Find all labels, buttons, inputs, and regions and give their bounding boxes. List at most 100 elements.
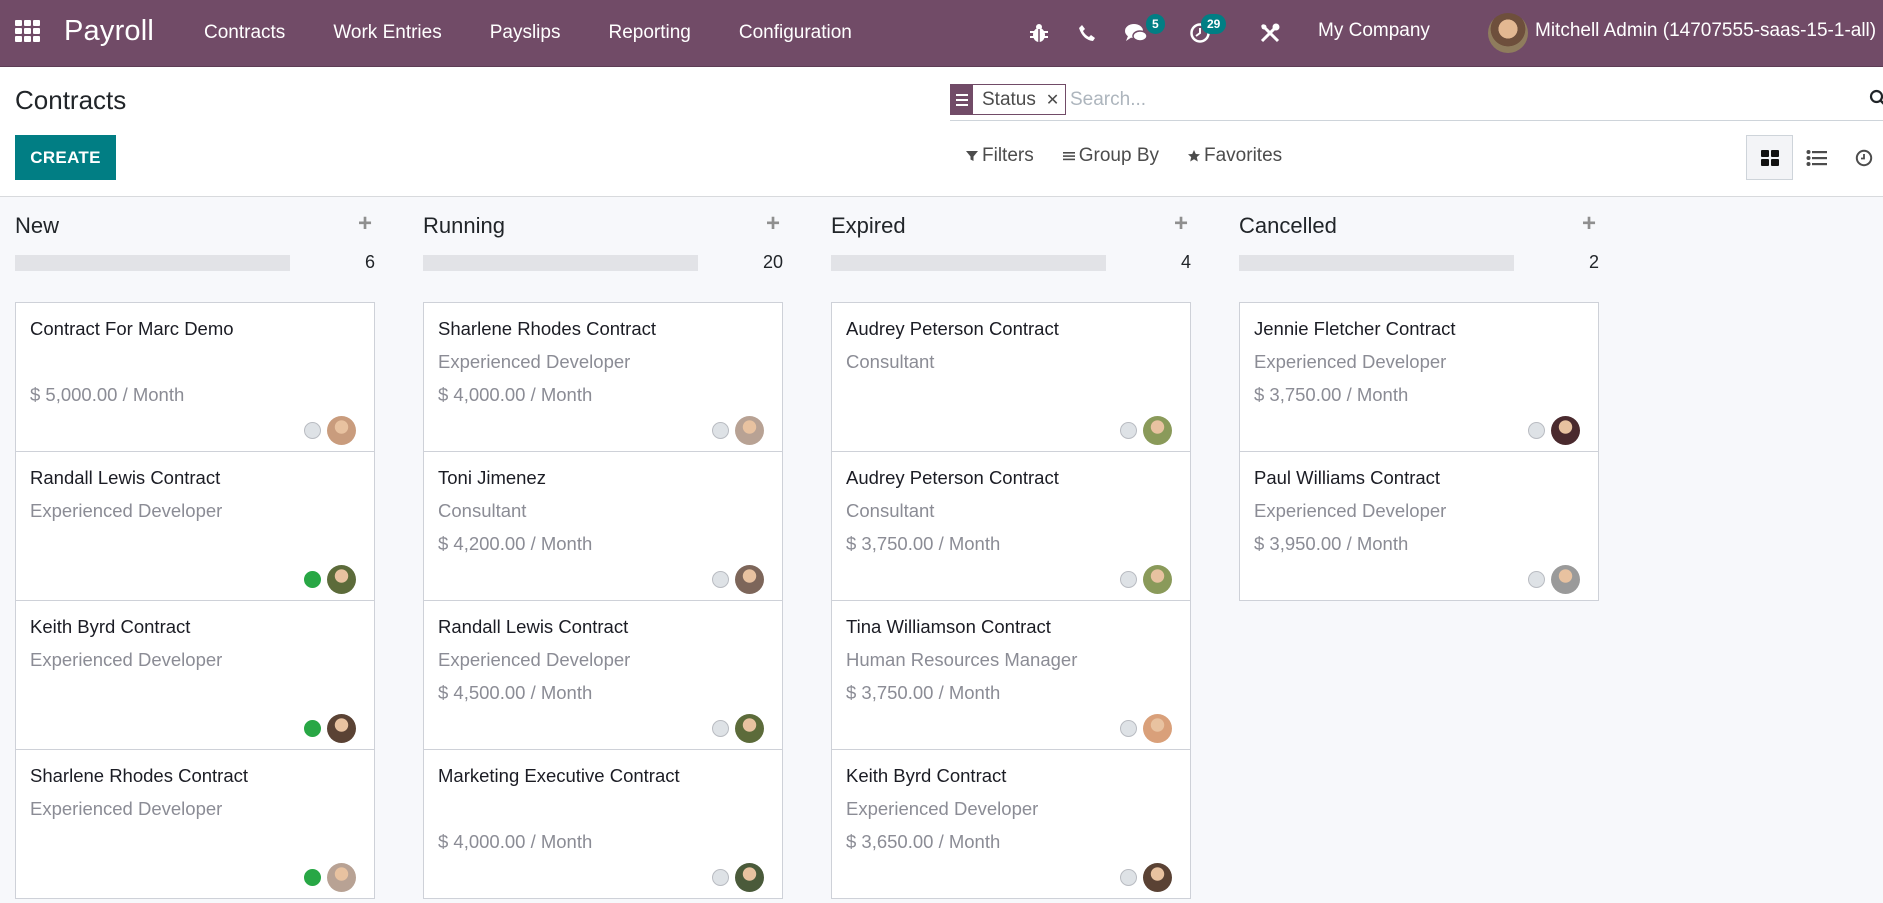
contract-wage: $ 3,750.00 / Month — [846, 682, 1001, 703]
search-options: Filters Group By Favorites — [965, 145, 1282, 167]
contract-name: Randall Lewis Contract — [438, 616, 629, 637]
app-name[interactable]: Payroll — [64, 15, 154, 48]
kanban-state-icon[interactable] — [1120, 869, 1137, 886]
view-switcher — [1746, 135, 1883, 180]
search-icon[interactable] — [1869, 89, 1883, 107]
kanban-state-icon[interactable] — [304, 869, 321, 886]
job-position: Experienced Developer — [438, 649, 631, 670]
quick-create-plus-icon[interactable]: + — [763, 212, 783, 237]
user-menu[interactable]: Mitchell Admin (14707555-saas-15-1-all) — [1535, 20, 1876, 42]
contract-wage: $ 3,750.00 / Month — [846, 533, 1001, 554]
contract-card[interactable]: Sharlene Rhodes Contract Experienced Deve… — [15, 749, 375, 899]
column-header[interactable]: Running + — [423, 212, 783, 243]
contract-card[interactable]: Toni Jimenez Consultant $ 4,200.00 / Month — [423, 451, 783, 601]
favorites-dropdown[interactable]: Favorites — [1187, 145, 1282, 167]
list-icon — [1806, 149, 1827, 166]
page-title: Contracts — [15, 85, 127, 115]
column-header[interactable]: Expired + — [831, 212, 1191, 243]
menu-work-entries[interactable]: Work Entries — [309, 22, 465, 44]
kanban-state-icon[interactable] — [712, 422, 729, 439]
column-cards: Audrey Peterson Contract Consultant Audrey… — [831, 302, 1191, 899]
job-position: Consultant — [846, 351, 935, 372]
menu-reporting[interactable]: Reporting — [584, 22, 714, 44]
employee-avatar — [735, 863, 764, 892]
contract-wage: $ 3,750.00 / Month — [1254, 384, 1409, 405]
quick-create-plus-icon[interactable]: + — [1579, 212, 1599, 237]
tools-icon[interactable] — [1256, 19, 1284, 47]
kanban-state-icon[interactable] — [1528, 422, 1545, 439]
column-title: New — [15, 213, 60, 238]
search-facet-status[interactable]: Status ✕ — [950, 84, 1067, 115]
group-by-label: Group By — [1078, 145, 1159, 166]
user-avatar[interactable] — [1488, 13, 1528, 53]
kanban-state-icon[interactable] — [304, 571, 321, 588]
menu-contracts[interactable]: Contracts — [180, 22, 309, 44]
column-progress-bar[interactable] — [831, 255, 1106, 271]
menu-payslips[interactable]: Payslips — [466, 22, 585, 44]
column-progress-bar[interactable] — [423, 255, 698, 271]
quick-create-plus-icon[interactable]: + — [1171, 212, 1191, 237]
apps-grid-icon[interactable] — [15, 20, 41, 42]
contract-card[interactable]: Sharlene Rhodes Contract Experienced Deve… — [423, 302, 783, 452]
column-header[interactable]: Cancelled + — [1239, 212, 1599, 243]
list-view-button[interactable] — [1793, 135, 1840, 180]
kanban-board: New +6 Contract For Marc Demo $ 5,000.00 / … — [0, 197, 1883, 903]
contract-name: Toni Jimenez — [438, 467, 546, 488]
employee-avatar — [1143, 416, 1172, 445]
contract-card[interactable]: Marketing Executive Contract $ 4,000.00 /… — [423, 749, 783, 899]
quick-create-plus-icon[interactable]: + — [355, 212, 375, 237]
contract-card[interactable]: Keith Byrd Contract Experienced Developer — [15, 600, 375, 750]
job-position: Experienced Developer — [1254, 351, 1447, 372]
contract-card[interactable]: Tina Williamson Contract Human Resources … — [831, 600, 1191, 750]
activities-count-badge: 29 — [1201, 14, 1227, 34]
contract-name: Keith Byrd Contract — [846, 765, 1007, 786]
column-title: Expired — [831, 213, 906, 238]
contract-name: Jennie Fletcher Contract — [1254, 318, 1456, 339]
contract-card[interactable]: Paul Williams Contract Experienced Develo… — [1239, 451, 1599, 601]
kanban-state-icon[interactable] — [1528, 571, 1545, 588]
group-by-facet-icon — [951, 85, 973, 114]
kanban-state-icon[interactable] — [1120, 571, 1137, 588]
kanban-state-icon[interactable] — [712, 720, 729, 737]
employee-avatar — [327, 863, 356, 892]
menu-configuration[interactable]: Configuration — [715, 22, 876, 44]
job-position: Experienced Developer — [30, 500, 223, 521]
contract-name: Sharlene Rhodes Contract — [438, 318, 657, 339]
search-input[interactable] — [1070, 84, 1810, 115]
kanban-view-button[interactable] — [1746, 135, 1793, 180]
phone-icon[interactable] — [1073, 19, 1101, 47]
search-bar: Status ✕ — [950, 81, 1883, 121]
employee-avatar — [327, 714, 356, 743]
contract-card[interactable]: Randall Lewis Contract Experienced Develo… — [15, 451, 375, 601]
contract-name: Marketing Executive Contract — [438, 765, 680, 786]
kanban-state-icon[interactable] — [712, 869, 729, 886]
bug-icon[interactable] — [1025, 19, 1053, 47]
activity-view-button[interactable] — [1840, 135, 1883, 180]
group-by-dropdown[interactable]: Group By — [1062, 145, 1159, 167]
remove-facet-icon[interactable]: ✕ — [1046, 90, 1059, 110]
column-progress-bar[interactable] — [1239, 255, 1514, 271]
kanban-state-icon[interactable] — [712, 571, 729, 588]
kanban-state-icon[interactable] — [304, 422, 321, 439]
column-progress-bar[interactable] — [15, 255, 290, 271]
kanban-state-icon[interactable] — [1120, 720, 1137, 737]
contract-name: Tina Williamson Contract — [846, 616, 1051, 637]
group-by-icon — [1062, 152, 1075, 161]
kanban-state-icon[interactable] — [1120, 422, 1137, 439]
filters-dropdown[interactable]: Filters — [965, 145, 1034, 167]
column-record-count: 4 — [1180, 252, 1191, 272]
column-header[interactable]: New + — [15, 212, 375, 243]
contract-card[interactable]: Audrey Peterson Contract Consultant — [831, 302, 1191, 452]
contract-card[interactable]: Keith Byrd Contract Experienced Developer… — [831, 749, 1191, 899]
kanban-state-icon[interactable] — [304, 720, 321, 737]
contract-card[interactable]: Jennie Fletcher Contract Experienced Deve… — [1239, 302, 1599, 452]
company-switcher[interactable]: My Company — [1318, 20, 1430, 42]
create-button[interactable]: CREATE — [15, 135, 116, 180]
favorites-label: Favorites — [1204, 145, 1283, 166]
contract-card[interactable]: Contract For Marc Demo $ 5,000.00 / Month — [15, 302, 375, 452]
contract-card[interactable]: Audrey Peterson Contract Consultant $ 3,75… — [831, 451, 1191, 601]
contract-card[interactable]: Randall Lewis Contract Experienced Develo… — [423, 600, 783, 750]
kanban-icon — [1760, 149, 1779, 166]
employee-avatar — [735, 714, 764, 743]
employee-avatar — [1143, 565, 1172, 594]
